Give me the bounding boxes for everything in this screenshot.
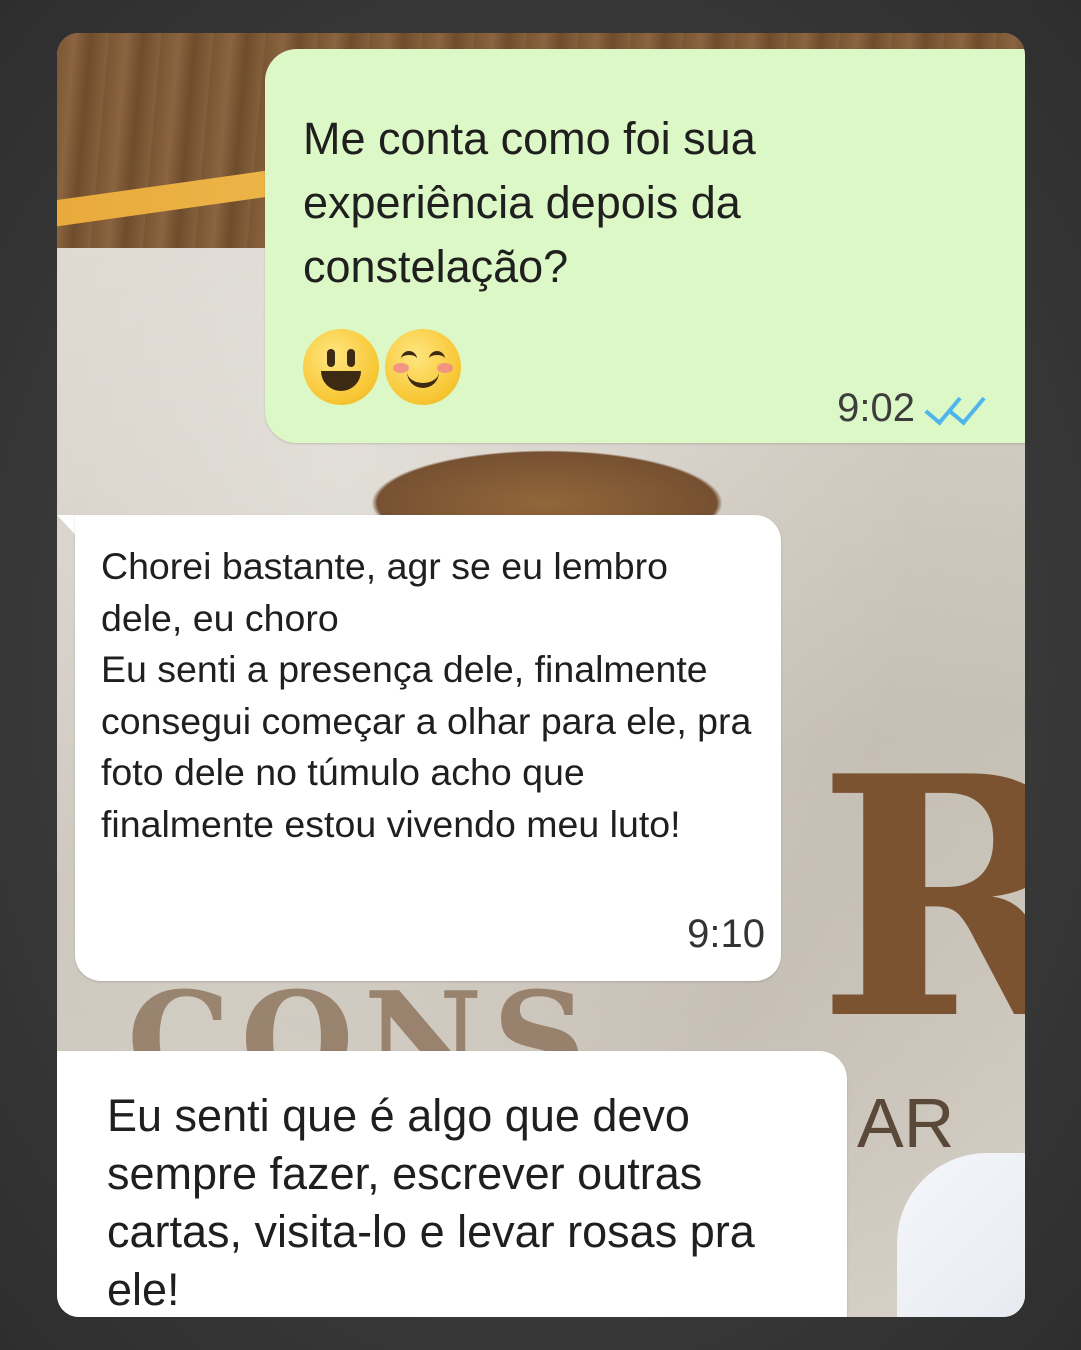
chat-screen: R CONS AR Me conta como foi sua experiên… [57, 33, 1025, 1317]
grinning-face-icon [303, 329, 379, 405]
outgoing-message-bubble[interactable]: Me conta como foi sua experiência depois… [265, 49, 1025, 443]
outgoing-message-time: 9:02 [837, 386, 915, 430]
wall-letter-big: R [817, 704, 1025, 1092]
incoming-message-bubble-2[interactable]: Eu senti que é algo que devo sempre faze… [57, 1051, 847, 1317]
outgoing-message-text: Me conta como foi sua experiência depois… [303, 113, 756, 292]
double-check-read-icon [924, 386, 997, 427]
photo-frame: R CONS AR Me conta como foi sua experiên… [0, 0, 1081, 1350]
incoming-message-time: 9:10 [687, 912, 765, 956]
incoming-message-text: Chorei bastante, agr se eu lembro dele, … [101, 545, 752, 845]
wall-letters-small: AR [857, 1084, 955, 1162]
outgoing-message-meta: 9:02 [837, 386, 997, 431]
incoming-message-bubble[interactable]: Chorei bastante, agr se eu lembro dele, … [75, 515, 781, 981]
incoming-message-text-2: Eu senti que é algo que devo sempre faze… [107, 1090, 755, 1315]
smiling-face-with-smiling-eyes-icon [385, 329, 461, 405]
